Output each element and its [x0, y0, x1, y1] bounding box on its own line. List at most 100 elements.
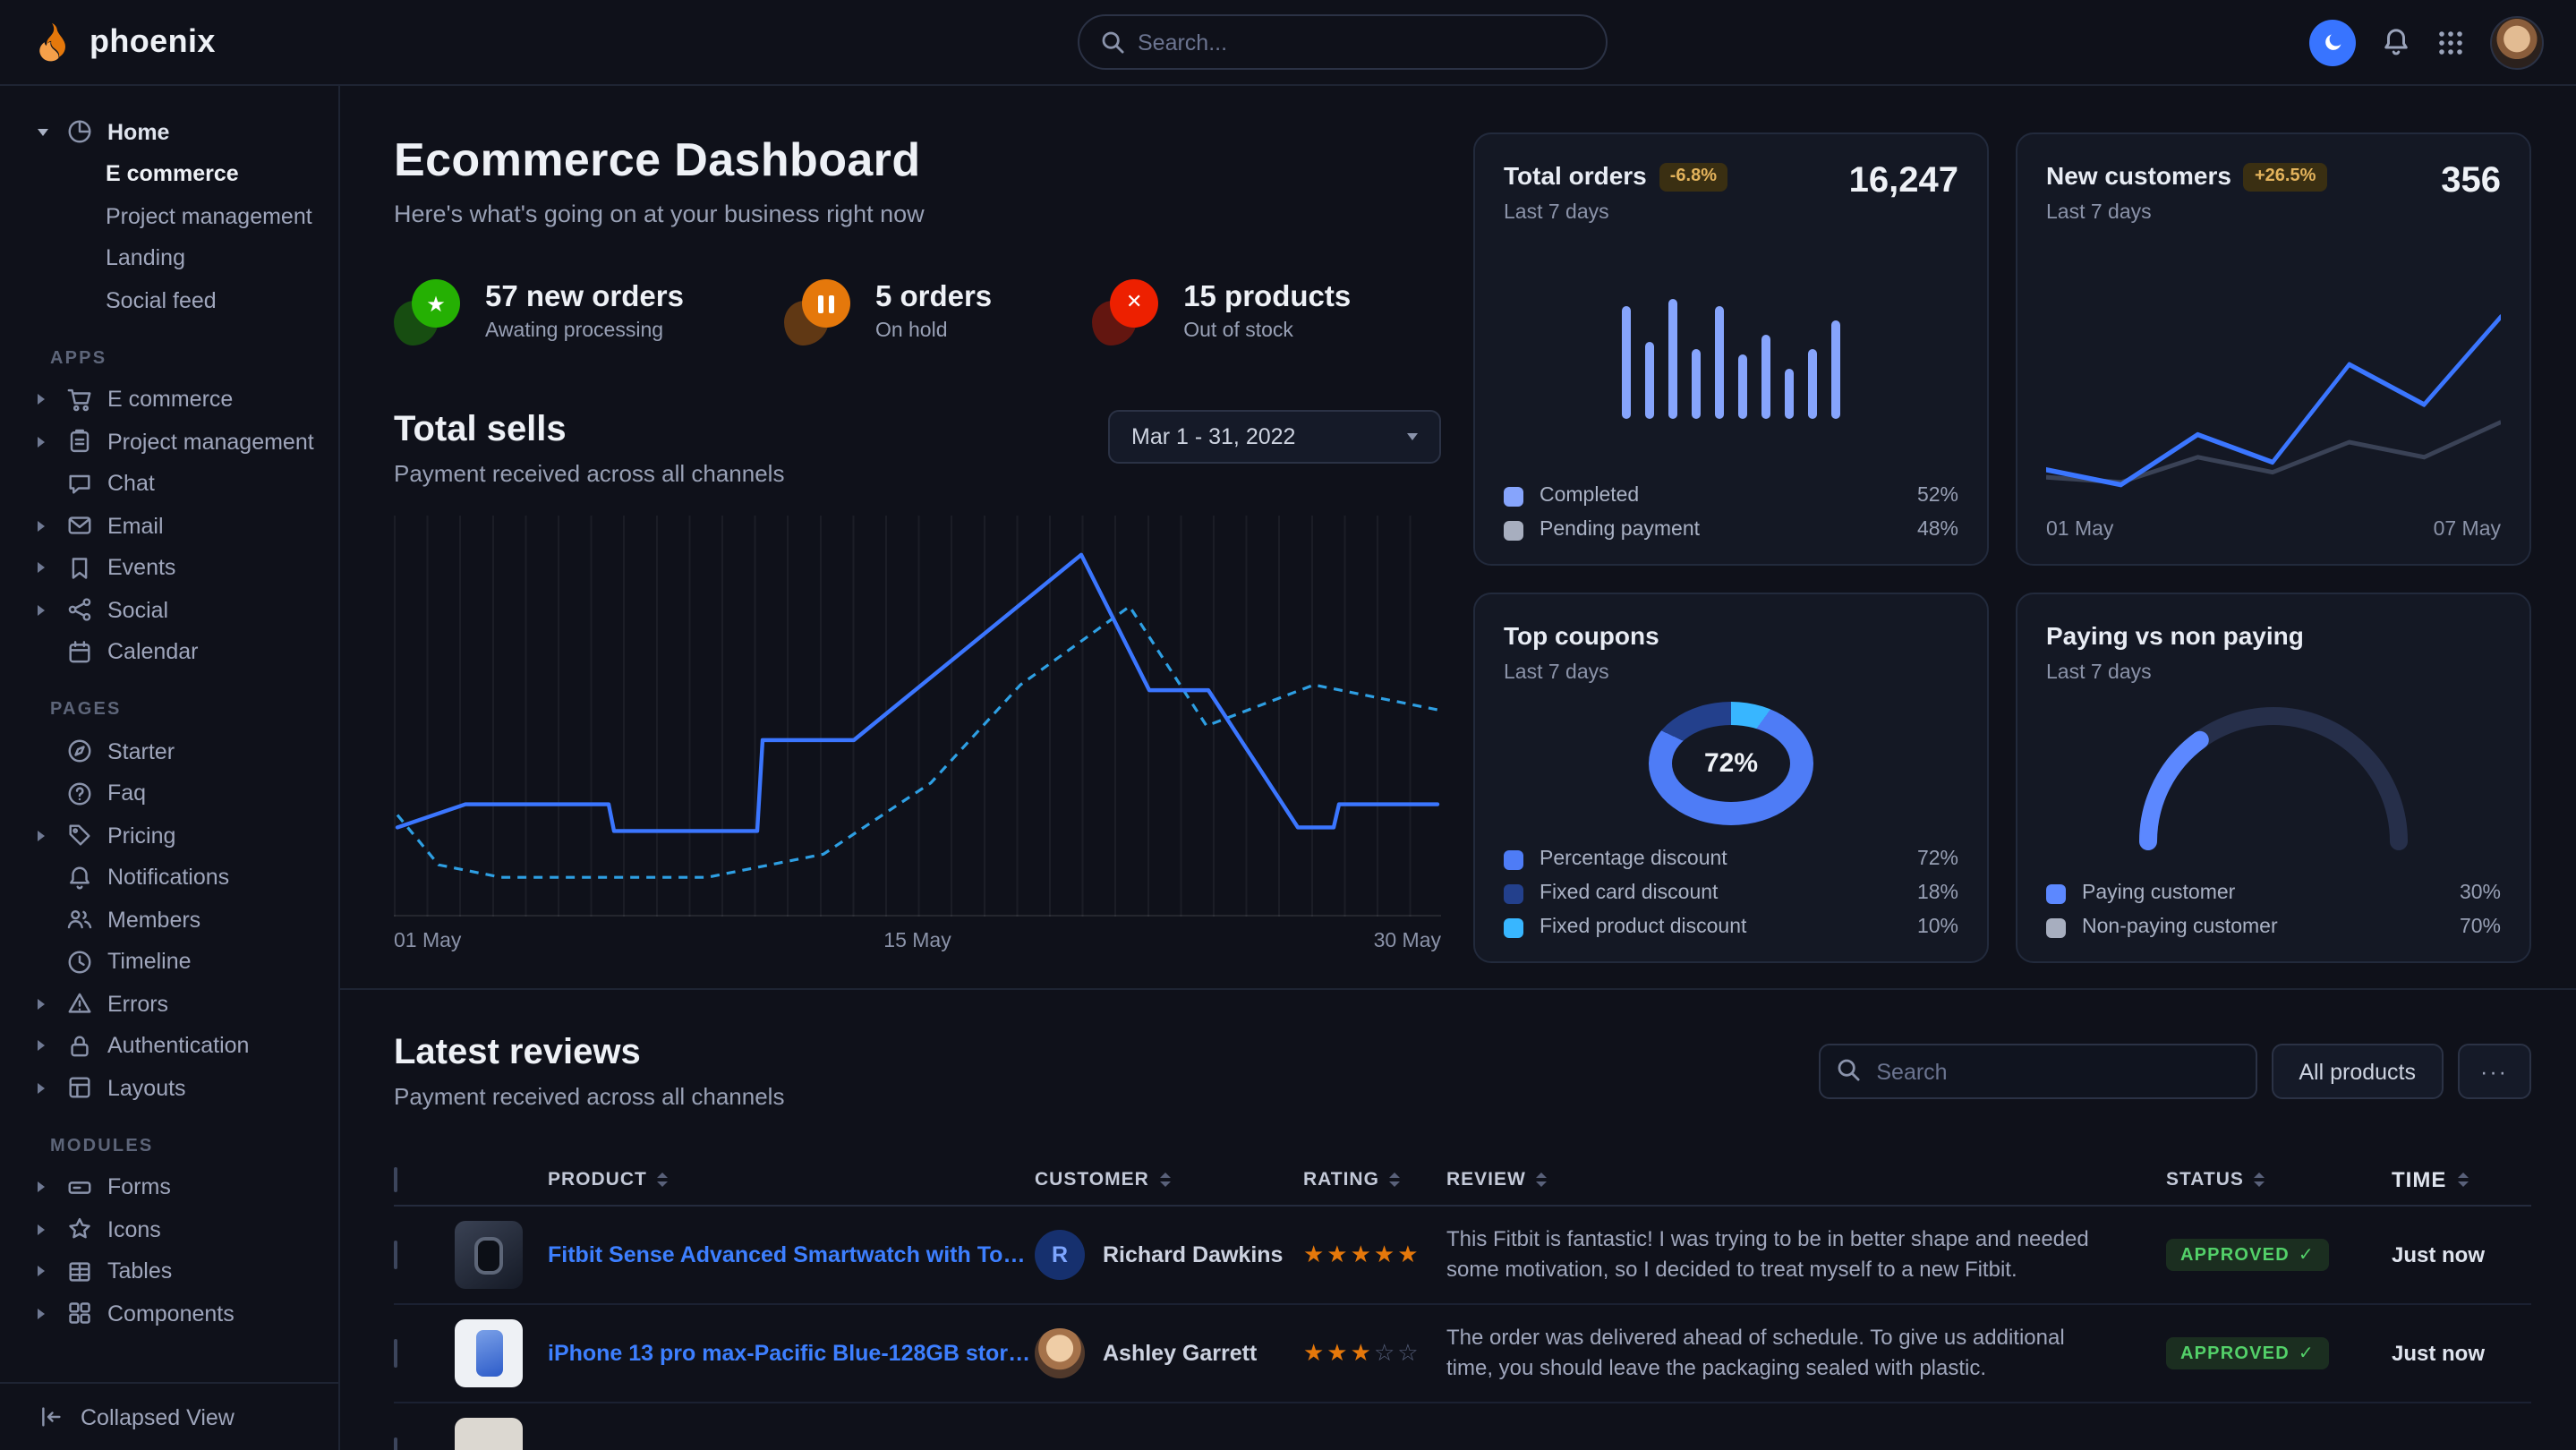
reviews-controls: All products ···	[1819, 1044, 2531, 1099]
sidebar-item-components[interactable]: Components	[0, 1292, 338, 1335]
sidebar: Home E commerce Project management Landi…	[0, 86, 340, 1450]
sidebar-item-layouts[interactable]: Layouts	[0, 1067, 338, 1109]
chevron-right-icon	[38, 563, 45, 574]
sidebar-item-calendar[interactable]: Calendar	[0, 631, 338, 673]
trend-badge: +26.5%	[2244, 162, 2326, 191]
column-header-product[interactable]: PRODUCT	[455, 1168, 1035, 1190]
sidebar-item-forms[interactable]: Forms	[0, 1166, 338, 1208]
chevron-right-icon	[38, 521, 45, 532]
gauge-track	[2148, 716, 2399, 841]
sidebar-item-icons[interactable]: Icons	[0, 1208, 338, 1250]
quick-stats: ★ 57 new orders Awating processing	[394, 277, 1441, 345]
top-navbar: phoenix	[0, 0, 2576, 86]
brand[interactable]: phoenix	[29, 19, 216, 65]
sidebar-item-ecommerce-dashboard[interactable]: E commerce	[0, 153, 338, 195]
phoenix-logo-icon	[29, 19, 75, 65]
card-title: New customers	[2046, 161, 2231, 190]
legend-fixed-product-discount: Fixed product discount 10%	[1504, 917, 1958, 938]
sidebar-item-ecommerce-app[interactable]: E commerce	[0, 379, 338, 421]
card-title: Paying vs non paying	[2046, 621, 2304, 650]
pause-icon	[802, 279, 850, 328]
sidebar-item-members[interactable]: Members	[0, 899, 338, 941]
sidebar-item-email[interactable]: Email	[0, 505, 338, 547]
sidebar-item-starter[interactable]: Starter	[0, 730, 338, 772]
chevron-right-icon	[38, 1041, 45, 1052]
collapse-arrow-icon	[38, 1403, 64, 1430]
bell-icon	[66, 865, 93, 891]
card-period: Last 7 days	[2046, 662, 2501, 684]
select-all-checkbox[interactable]	[394, 1166, 397, 1191]
card-title: Total orders	[1504, 161, 1647, 190]
sidebar-item-project-management-app[interactable]: Project management	[0, 421, 338, 463]
search-input[interactable]	[1138, 30, 1583, 55]
sidebar-item-chat[interactable]: Chat	[0, 463, 338, 505]
theme-toggle-button[interactable]	[2309, 19, 2356, 65]
sidebar-item-errors[interactable]: Errors	[0, 983, 338, 1025]
compass-icon	[66, 738, 93, 765]
legend-percentage-discount: Percentage discount 72%	[1504, 849, 1958, 870]
current-line	[2046, 317, 2501, 485]
sort-icon	[1160, 1172, 1171, 1186]
sidebar-item-notifications[interactable]: Notifications	[0, 857, 338, 899]
sidebar-item-social[interactable]: Social	[0, 589, 338, 631]
column-header-review[interactable]: REVIEW	[1446, 1168, 2166, 1190]
bell-icon	[2381, 27, 2411, 57]
reviews-table: PRODUCT CUSTOMER RATING REVIEW STATUS	[394, 1153, 2531, 1450]
new-customers-line-chart: 01 May 07 May	[2046, 224, 2501, 541]
users-icon	[66, 907, 93, 934]
more-options-button[interactable]: ···	[2457, 1044, 2531, 1099]
sidebar-item-project-management-dashboard[interactable]: Project management	[0, 195, 338, 237]
product-link[interactable]: iPhone 13 pro max-Pacific Blue-128GB sto…	[548, 1341, 1035, 1366]
product-link[interactable]: Fitbit Sense Advanced Smartwatch with To…	[548, 1242, 1035, 1267]
sidebar-item-timeline[interactable]: Timeline	[0, 941, 338, 983]
global-search[interactable]	[1077, 14, 1607, 70]
main-content: Ecommerce Dashboard Here's what's going …	[340, 86, 2576, 1450]
sidebar-item-tables[interactable]: Tables	[0, 1250, 338, 1292]
notifications-button[interactable]	[2381, 27, 2411, 57]
product-thumbnail	[455, 1418, 523, 1450]
lock-icon	[66, 1033, 93, 1060]
sidebar-item-home[interactable]: Home	[0, 111, 338, 153]
calendar-icon	[66, 639, 93, 666]
chevron-right-icon	[38, 1182, 45, 1193]
card-period: Last 7 days	[2046, 202, 2326, 224]
column-header-customer[interactable]: CUSTOMER	[1035, 1168, 1303, 1190]
row-checkbox[interactable]	[394, 1339, 397, 1368]
collapse-sidebar-button[interactable]: Collapsed View	[0, 1382, 338, 1450]
sidebar-item-pricing[interactable]: Pricing	[0, 815, 338, 857]
legend-bullet	[2046, 883, 2066, 903]
reviews-subtitle: Payment received across all channels	[394, 1083, 784, 1110]
sidebar-item-label: Home	[107, 120, 169, 145]
donut-center-value: 72%	[1649, 702, 1813, 825]
reviews-search-input[interactable]	[1819, 1044, 2257, 1099]
sidebar-item-faq[interactable]: Faq	[0, 772, 338, 815]
sidebar-item-events[interactable]: Events	[0, 547, 338, 589]
row-checkbox[interactable]	[394, 1437, 397, 1450]
reviews-search[interactable]	[1819, 1044, 2257, 1099]
customer-name: Richard Dawkins	[1103, 1242, 1283, 1267]
review-text: The order was delivered ahead of schedul…	[1446, 1322, 2166, 1385]
search-icon	[1100, 30, 1123, 54]
column-header-status[interactable]: STATUS	[2166, 1168, 2381, 1190]
clock-icon	[66, 949, 93, 976]
column-header-rating[interactable]: RATING	[1303, 1168, 1446, 1190]
previous-line	[2046, 422, 2501, 482]
sidebar-item-landing[interactable]: Landing	[0, 237, 338, 279]
all-products-button[interactable]: All products	[2272, 1044, 2443, 1099]
sidebar-item-authentication[interactable]: Authentication	[0, 1025, 338, 1067]
row-checkbox[interactable]	[394, 1241, 397, 1269]
total-sells-title: Total sells	[394, 410, 784, 451]
new-customers-x-axis: 01 May 07 May	[2046, 519, 2501, 541]
date-range-select[interactable]: Mar 1 - 31, 2022	[1108, 410, 1441, 464]
sidebar-item-social-feed[interactable]: Social feed	[0, 279, 338, 321]
latest-reviews-section: Latest reviews Payment received across a…	[394, 990, 2531, 1450]
legend-fixed-card-discount: Fixed card discount 18%	[1504, 883, 1958, 904]
bookmark-icon	[66, 555, 93, 582]
review-time: Just now	[2381, 1242, 2531, 1267]
apps-menu-button[interactable]	[2436, 28, 2465, 56]
column-header-time[interactable]: TIME	[2381, 1166, 2531, 1191]
check-icon: ✓	[2299, 1245, 2315, 1265]
chevron-right-icon	[38, 605, 45, 616]
user-avatar[interactable]	[2490, 15, 2544, 69]
table-icon	[66, 1258, 93, 1285]
